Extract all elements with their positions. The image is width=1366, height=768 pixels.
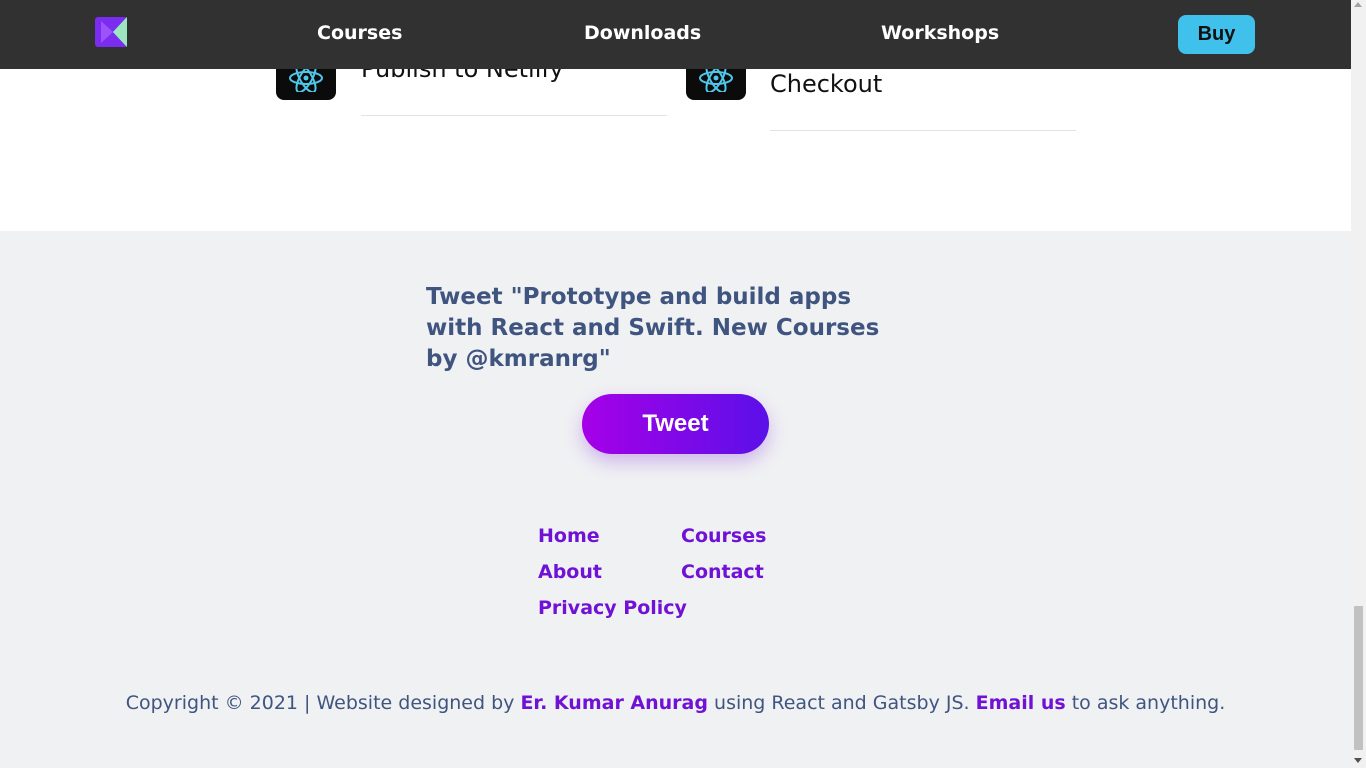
buy-button[interactable]: Buy <box>1178 15 1255 54</box>
scroll-up-arrow-icon[interactable] <box>1354 2 1362 7</box>
footer-link-contact[interactable]: Contact <box>681 561 764 583</box>
card-divider <box>361 115 667 116</box>
nav-workshops[interactable]: Workshops <box>881 22 999 44</box>
logo[interactable] <box>95 17 127 47</box>
scrollbar[interactable] <box>1351 0 1366 768</box>
nav-downloads[interactable]: Downloads <box>584 22 701 44</box>
footer: Tweet "Prototype and build apps with Rea… <box>0 231 1351 768</box>
scroll-down-arrow-icon[interactable] <box>1354 758 1362 763</box>
nav-courses[interactable]: Courses <box>317 22 402 44</box>
card-title[interactable]: Checkout <box>770 70 882 98</box>
card-divider <box>770 130 1076 131</box>
email-us-link[interactable]: Email us <box>976 692 1066 714</box>
footer-link-home[interactable]: Home <box>538 525 600 547</box>
tweet-button[interactable]: Tweet <box>582 394 769 454</box>
copyright-suffix: to ask anything. <box>1065 692 1226 714</box>
scrollbar-thumb[interactable] <box>1354 606 1363 750</box>
copyright-prefix: Copyright © 2021 | Website designed by <box>125 692 521 714</box>
footer-link-about[interactable]: About <box>538 561 602 583</box>
footer-link-courses[interactable]: Courses <box>681 525 766 547</box>
top-nav-bar: Courses Downloads Workshops Buy <box>0 0 1351 69</box>
copyright-middle: using React and Gatsby JS. <box>707 692 976 714</box>
author-link[interactable]: Er. Kumar Anurag <box>520 692 708 714</box>
footer-link-privacy-policy[interactable]: Privacy Policy <box>538 597 687 619</box>
page: Publish to Netlify Checkout Courses Down… <box>0 0 1351 768</box>
tweet-text: Tweet "Prototype and build apps with Rea… <box>426 284 880 372</box>
copyright-text: Copyright © 2021 | Website designed by E… <box>0 692 1351 714</box>
